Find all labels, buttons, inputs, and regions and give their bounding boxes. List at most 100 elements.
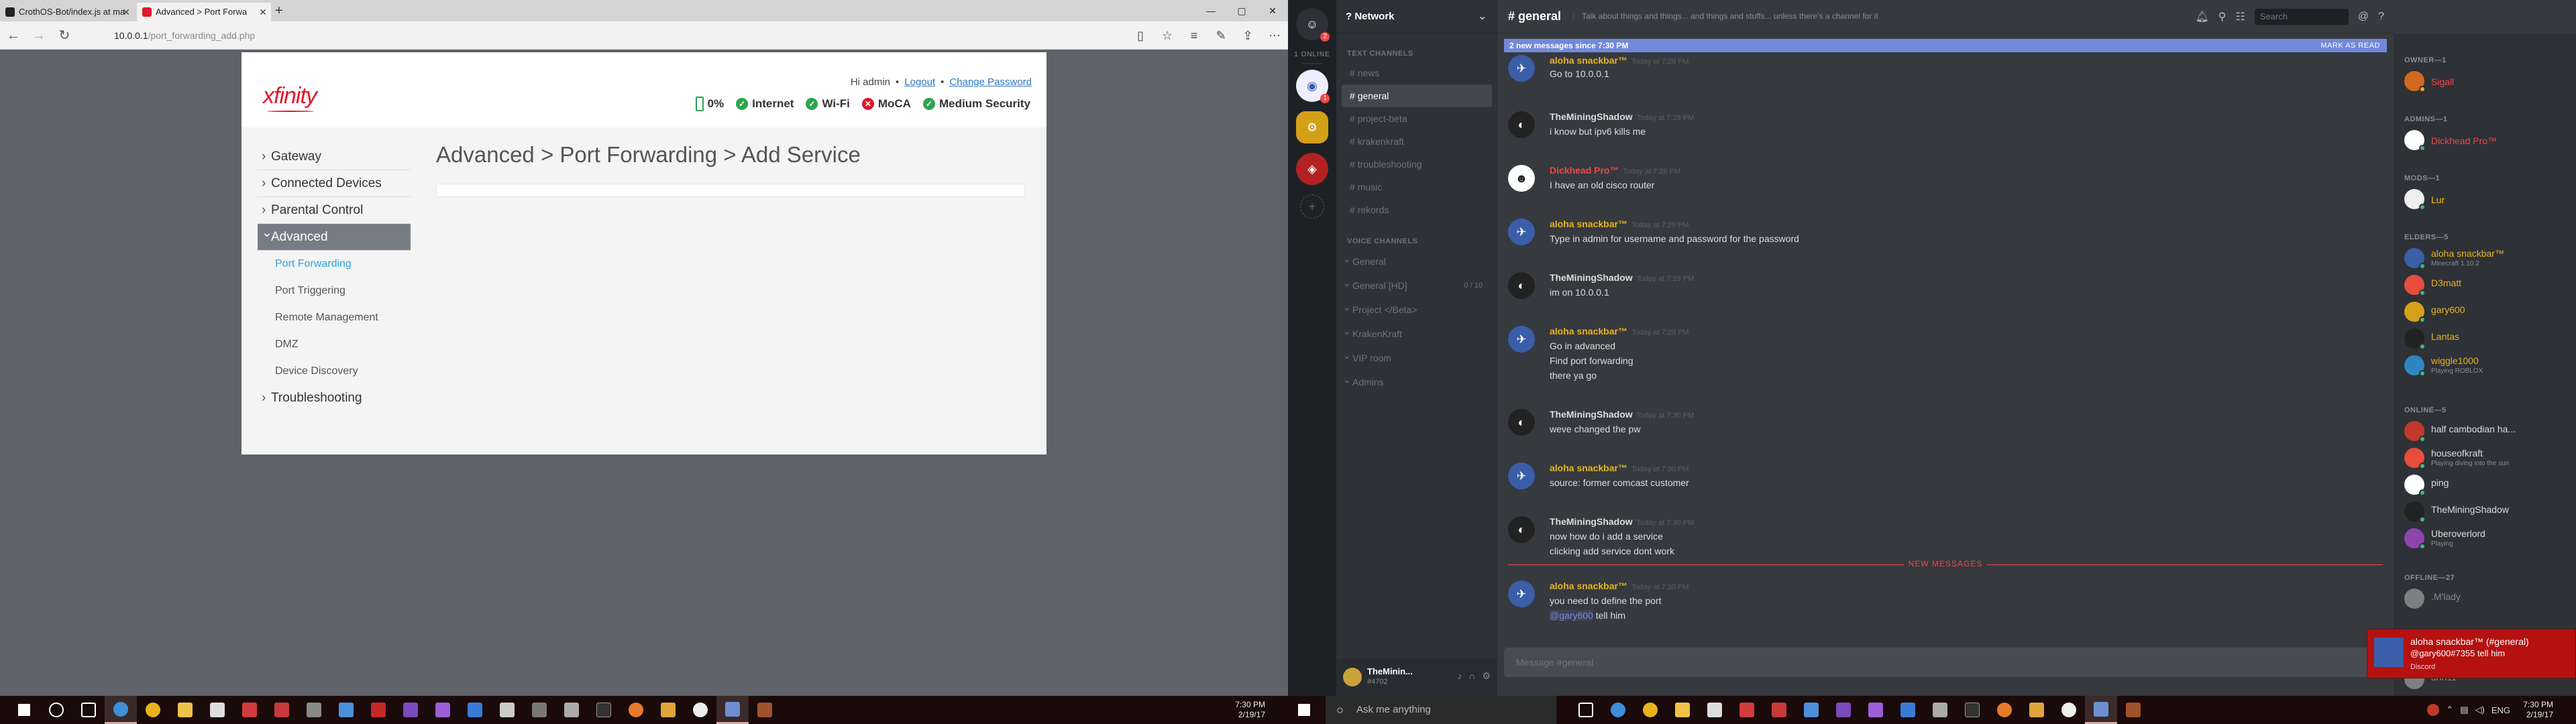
avatar[interactable]: ✈ xyxy=(1508,581,1535,607)
more-icon[interactable]: ⋯ xyxy=(1261,27,1288,44)
app-icon[interactable] xyxy=(459,696,491,724)
network-icon[interactable]: ▤ xyxy=(2460,705,2468,715)
xfinity-logo[interactable]: xfinity xyxy=(263,83,317,112)
app-icon[interactable] xyxy=(749,696,781,724)
voice-channel[interactable]: General xyxy=(1336,247,1497,274)
task-view-icon[interactable] xyxy=(72,696,105,724)
file-explorer-icon[interactable] xyxy=(169,696,201,724)
app-icon[interactable] xyxy=(2117,696,2149,724)
help-icon[interactable]: ? xyxy=(2378,11,2384,23)
app-icon[interactable] xyxy=(523,696,555,724)
add-server-icon[interactable]: + xyxy=(1300,194,1324,219)
task-view-icon[interactable] xyxy=(1570,696,1602,724)
scrollbar[interactable] xyxy=(2555,34,2576,696)
message-author[interactable]: aloha snackbar™ Today at 7:30 PM xyxy=(1550,463,1689,473)
microphone-icon[interactable]: ♪ xyxy=(1457,670,1462,682)
app-icon[interactable] xyxy=(330,696,362,724)
nav-remote-management[interactable]: Remote Management xyxy=(258,304,411,331)
search-input[interactable]: Search xyxy=(2254,9,2349,25)
clock[interactable]: 7:30 PM 2/19/17 xyxy=(1235,700,1265,720)
avatar[interactable]: ◐ xyxy=(1508,272,1535,299)
member-item[interactable]: Lantas xyxy=(2404,326,2552,353)
nav-gateway[interactable]: Gateway xyxy=(258,143,411,170)
voice-channel[interactable]: Admins xyxy=(1336,367,1497,394)
terminal-icon[interactable] xyxy=(588,696,620,724)
voice-channel[interactable]: VIP room xyxy=(1336,343,1497,370)
member-item[interactable]: Dickhead Pro™ xyxy=(2404,127,2552,154)
channel-troubleshooting[interactable]: # troubleshooting xyxy=(1342,153,1492,176)
pin-icon[interactable]: ⚲ xyxy=(2218,10,2226,23)
channel-general[interactable]: # general xyxy=(1342,84,1492,107)
headphones-icon[interactable]: ∩ xyxy=(1468,670,1475,682)
mark-as-read-button[interactable]: MARK AS READ xyxy=(2320,39,2380,52)
new-tab-icon[interactable]: + xyxy=(275,3,288,19)
channel-rekords[interactable]: # rekords xyxy=(1342,198,1492,221)
app-icon[interactable] xyxy=(555,696,588,724)
nav-parental-control[interactable]: Parental Control xyxy=(258,197,411,224)
app-icon[interactable] xyxy=(1924,696,1956,724)
app-icon[interactable] xyxy=(716,696,749,724)
web-note-icon[interactable]: ✎ xyxy=(1208,27,1234,44)
avatar[interactable] xyxy=(1343,668,1362,686)
clock[interactable]: 7:30 PM 2/19/17 xyxy=(2523,700,2553,720)
message-author[interactable]: aloha snackbar™ Today at 7:29 PM xyxy=(1550,219,1689,229)
nav-dmz[interactable]: DMZ xyxy=(258,331,411,358)
terminal-icon[interactable] xyxy=(1956,696,1988,724)
voice-channel[interactable]: KrakenKraft xyxy=(1336,319,1497,346)
server-icon[interactable]: ◈ xyxy=(1296,153,1328,185)
app-icon[interactable] xyxy=(298,696,330,724)
friends-icon[interactable]: ☺ 2 xyxy=(1296,8,1330,42)
app-icon[interactable] xyxy=(233,696,266,724)
share-icon[interactable]: ⇪ xyxy=(1234,27,1261,44)
chrome-icon[interactable] xyxy=(137,696,169,724)
xbox-icon[interactable] xyxy=(684,696,716,724)
server-name[interactable]: ? Network ⌄ xyxy=(1336,0,1497,34)
avatar[interactable]: ☻ xyxy=(1508,165,1535,192)
settings-gear-icon[interactable]: ⚙ xyxy=(1482,670,1491,682)
avatar[interactable]: ◐ xyxy=(1508,409,1535,436)
voice-channel[interactable]: General [HD] 0 / 10 xyxy=(1336,271,1497,298)
maximize-icon[interactable]: ▢ xyxy=(1226,0,1257,21)
message-author[interactable]: aloha snackbar™ Today at 7:30 PM xyxy=(1550,581,1689,591)
nav-advanced[interactable]: Advanced xyxy=(258,220,411,251)
forward-icon[interactable]: → xyxy=(31,28,47,43)
xbox-icon[interactable] xyxy=(2053,696,2085,724)
chrome-icon[interactable] xyxy=(1634,696,1666,724)
avatar[interactable]: ✈ xyxy=(1508,463,1535,489)
store-icon[interactable] xyxy=(1699,696,1731,724)
server-network-icon[interactable]: ◉ 1 xyxy=(1296,70,1330,103)
app-icon[interactable] xyxy=(1988,696,2021,724)
bell-icon[interactable]: 🔔︎ xyxy=(2195,10,2208,23)
nav-port-triggering[interactable]: Port Triggering xyxy=(258,278,411,304)
app-tray-icon[interactable] xyxy=(2427,704,2440,716)
text-channels-header[interactable]: TEXT CHANNELS xyxy=(1347,50,1497,58)
back-icon[interactable]: ← xyxy=(5,28,21,43)
channel-news[interactable]: # news xyxy=(1342,62,1492,84)
member-item[interactable]: gary600 xyxy=(2404,299,2552,326)
app-icon[interactable] xyxy=(2085,696,2117,724)
refresh-icon[interactable]: ↻ xyxy=(56,28,72,43)
change-password-link[interactable]: Change Password xyxy=(949,76,1032,88)
browser-tab-xfinity[interactable]: Advanced > Port Forwa ✕ xyxy=(137,3,271,21)
member-item[interactable]: houseofkraft Playing diving into the sun xyxy=(2404,445,2552,472)
hub-icon[interactable]: ≡ xyxy=(1181,27,1208,44)
minimize-icon[interactable]: — xyxy=(1195,0,1226,21)
app-icon[interactable] xyxy=(1763,696,1795,724)
favorite-star-icon[interactable]: ☆ xyxy=(1154,27,1181,44)
app-icon[interactable] xyxy=(2021,696,2053,724)
message-author[interactable]: TheMiningShadow Today at 7:29 PM xyxy=(1550,272,1694,283)
members-icon[interactable]: ☷ xyxy=(2236,10,2245,23)
app-icon[interactable] xyxy=(362,696,394,724)
channel-music[interactable]: # music xyxy=(1342,176,1492,198)
close-window-icon[interactable]: ✕ xyxy=(1257,0,1288,21)
app-icon[interactable] xyxy=(620,696,652,724)
avatar[interactable]: ✈ xyxy=(1508,219,1535,245)
member-item[interactable]: D3matt xyxy=(2404,272,2552,299)
language-indicator[interactable]: ENG xyxy=(2491,705,2510,715)
volume-icon[interactable]: ◁) xyxy=(2475,705,2485,715)
avatar[interactable]: ✈ xyxy=(1508,55,1535,82)
message-author[interactable]: TheMiningShadow Today at 7:30 PM xyxy=(1550,516,1694,527)
avatar[interactable]: ✈ xyxy=(1508,326,1535,353)
message-input[interactable]: Message #general xyxy=(1504,648,2387,677)
message-author[interactable]: Dickhead Pro™ Today at 7:28 PM xyxy=(1550,165,1680,176)
